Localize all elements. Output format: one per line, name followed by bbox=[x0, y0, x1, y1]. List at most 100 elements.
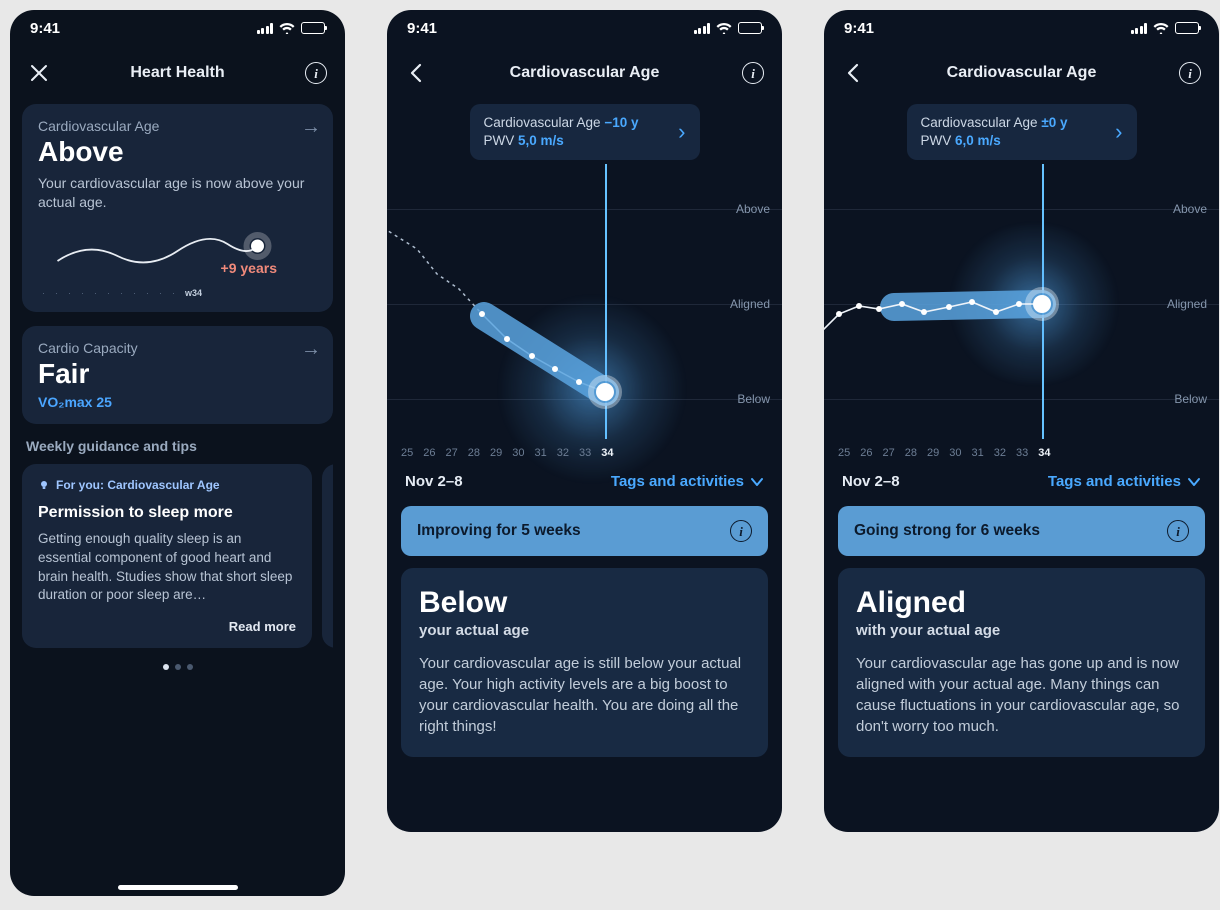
trend-chart[interactable]: Above Aligned Below 25262728293031323334 bbox=[824, 164, 1219, 459]
trend-line bbox=[387, 164, 782, 459]
close-icon bbox=[30, 64, 48, 82]
chevron-down-icon bbox=[1187, 477, 1201, 487]
tags-toggle[interactable]: Tags and activities bbox=[1048, 473, 1201, 490]
read-more-link[interactable]: Read more bbox=[38, 619, 296, 634]
chevron-left-icon bbox=[409, 63, 423, 83]
page-title: Heart Health bbox=[52, 64, 303, 82]
back-button[interactable] bbox=[840, 60, 866, 86]
metric-chip[interactable]: Cardiovascular Age ±0 y PWV 6,0 m/s › bbox=[907, 104, 1137, 160]
close-button[interactable] bbox=[26, 60, 52, 86]
tip-title: Permission to sleep more bbox=[38, 504, 296, 522]
status-bar: 9:41 bbox=[10, 10, 345, 46]
chevron-right-icon: › bbox=[1115, 119, 1122, 145]
back-button[interactable] bbox=[403, 60, 429, 86]
wifi-icon bbox=[1153, 22, 1169, 34]
status-banner[interactable]: Going strong for 6 weeks i bbox=[838, 506, 1205, 556]
detail-title: Aligned bbox=[856, 586, 1187, 620]
mini-chart: +9 years bbox=[38, 216, 317, 276]
card-status: Fair bbox=[38, 358, 317, 390]
status-icons bbox=[257, 22, 326, 34]
nav-header: Heart Health i bbox=[10, 46, 345, 104]
date-row: Nov 2–8 Tags and activities bbox=[824, 459, 1219, 500]
battery-icon bbox=[301, 22, 325, 34]
signal-icon bbox=[257, 23, 274, 34]
tags-toggle[interactable]: Tags and activities bbox=[611, 473, 764, 490]
tip-peek-initial: H bbox=[332, 504, 333, 522]
detail-body: Your cardiovascular age is still below y… bbox=[419, 653, 750, 737]
metric-chip[interactable]: Cardiovascular Age −10 y PWV 5,0 m/s › bbox=[470, 104, 700, 160]
detail-card: Aligned with your actual age Your cardio… bbox=[838, 568, 1205, 757]
detail-sub: with your actual age bbox=[856, 622, 1187, 639]
status-bar: 9:41 bbox=[824, 10, 1219, 46]
date-range: Nov 2–8 bbox=[842, 473, 900, 490]
tip-card[interactable]: For you: Cardiovascular Age Permission t… bbox=[22, 464, 312, 649]
phone-cv-age-aligned: 9:41 Cardiovascular Age i Cardiovascular… bbox=[824, 10, 1219, 832]
detail-body: Your cardiovascular age has gone up and … bbox=[856, 653, 1187, 737]
banner-text: Going strong for 6 weeks bbox=[854, 522, 1040, 540]
chevron-right-icon: → bbox=[301, 116, 321, 139]
battery-icon bbox=[1175, 22, 1199, 34]
status-icons bbox=[694, 22, 763, 34]
battery-icon bbox=[738, 22, 762, 34]
cardiovascular-age-card[interactable]: → Cardiovascular Age Above Your cardiova… bbox=[22, 104, 333, 312]
status-time: 9:41 bbox=[30, 20, 60, 37]
info-icon[interactable]: i bbox=[730, 520, 752, 542]
card-kicker: Cardiovascular Age bbox=[38, 118, 317, 134]
pager-dots bbox=[22, 664, 333, 670]
detail-sub: your actual age bbox=[419, 622, 750, 639]
chip-text: Cardiovascular Age ±0 y PWV 6,0 m/s bbox=[921, 114, 1068, 150]
content: → Cardiovascular Age Above Your cardiova… bbox=[10, 104, 345, 896]
x-axis: 25262728293031323334 bbox=[401, 447, 614, 459]
guidance-section-title: Weekly guidance and tips bbox=[26, 438, 329, 454]
signal-icon bbox=[694, 23, 711, 34]
dot bbox=[187, 664, 193, 670]
chevron-right-icon: › bbox=[678, 119, 685, 145]
banner-text: Improving for 5 weeks bbox=[417, 522, 581, 540]
info-icon[interactable]: i bbox=[1167, 520, 1189, 542]
dot bbox=[175, 664, 181, 670]
chevron-left-icon bbox=[846, 63, 860, 83]
mini-axis: ··········· w34 bbox=[38, 288, 317, 298]
info-button[interactable]: i bbox=[1177, 60, 1203, 86]
dot-active bbox=[163, 664, 169, 670]
detail-title: Below bbox=[419, 586, 750, 620]
info-icon: i bbox=[742, 62, 764, 84]
status-icons bbox=[1131, 22, 1200, 34]
status-bar: 9:41 bbox=[387, 10, 782, 46]
lightbulb-icon bbox=[38, 479, 50, 491]
tip-card-peek[interactable]: H bbox=[322, 464, 333, 649]
trend-line bbox=[824, 164, 1219, 459]
info-button[interactable]: i bbox=[740, 60, 766, 86]
tip-eyebrow: For you: Cardiovascular Age bbox=[38, 478, 296, 492]
chevron-down-icon bbox=[750, 477, 764, 487]
status-time: 9:41 bbox=[407, 20, 437, 37]
page-title: Cardiovascular Age bbox=[429, 64, 740, 82]
page-title: Cardiovascular Age bbox=[866, 64, 1177, 82]
detail-card: Below your actual age Your cardiovascula… bbox=[401, 568, 768, 757]
x-axis: 25262728293031323334 bbox=[838, 447, 1051, 459]
signal-icon bbox=[1131, 23, 1148, 34]
card-status: Above bbox=[38, 136, 317, 168]
date-range: Nov 2–8 bbox=[405, 473, 463, 490]
wifi-icon bbox=[279, 22, 295, 34]
tips-carousel[interactable]: For you: Cardiovascular Age Permission t… bbox=[22, 464, 333, 649]
phone-cv-age-below: 9:41 Cardiovascular Age i Cardiovascular… bbox=[387, 10, 782, 832]
card-desc: Your cardiovascular age is now above you… bbox=[38, 174, 317, 212]
nav-header: Cardiovascular Age i bbox=[824, 46, 1219, 104]
wifi-icon bbox=[716, 22, 732, 34]
nav-header: Cardiovascular Age i bbox=[387, 46, 782, 104]
chevron-right-icon: → bbox=[301, 338, 321, 361]
cardio-capacity-card[interactable]: → Cardio Capacity Fair VO₂max 25 bbox=[22, 326, 333, 424]
chart-delta-label: +9 years bbox=[221, 260, 277, 276]
chip-text: Cardiovascular Age −10 y PWV 5,0 m/s bbox=[484, 114, 639, 150]
trend-chart[interactable]: Above Aligned Below 25262728293031323334 bbox=[387, 164, 782, 459]
status-banner[interactable]: Improving for 5 weeks i bbox=[401, 506, 768, 556]
status-time: 9:41 bbox=[844, 20, 874, 37]
card-kicker: Cardio Capacity bbox=[38, 340, 317, 356]
home-indicator[interactable] bbox=[118, 885, 238, 890]
tip-body: Getting enough quality sleep is an essen… bbox=[38, 530, 296, 606]
phone-heart-health: 9:41 Heart Health i → Cardiovascular Age… bbox=[10, 10, 345, 896]
info-button[interactable]: i bbox=[303, 60, 329, 86]
info-icon: i bbox=[305, 62, 327, 84]
info-icon: i bbox=[1179, 62, 1201, 84]
